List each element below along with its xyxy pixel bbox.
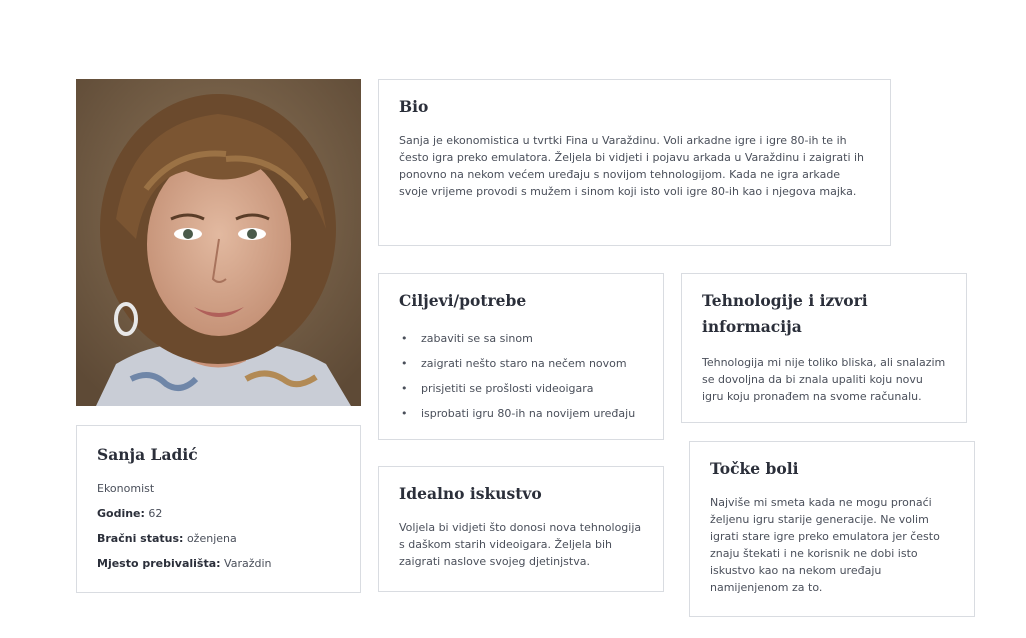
marital-value: oženjena (186, 532, 237, 545)
bio-text: Sanja je ekonomistica u tvrtki Fina u Va… (399, 134, 865, 198)
tech-card: Tehnologije i izvori informacija Tehnolo… (681, 273, 967, 423)
residence-label: Mjesto prebivališta: (97, 557, 221, 570)
profile-name: Sanja Ladić (97, 445, 198, 464)
goals-card: Ciljevi/potrebe zabaviti se sa sinom zai… (378, 273, 664, 440)
goal-item: isprobati igru 80-ih na novijem uređaju (399, 401, 643, 426)
goal-item: prisjetiti se prošlosti videoigara (399, 376, 643, 401)
ideal-title: Idealno iskustvo (399, 484, 542, 503)
tech-text: Tehnologija mi nije toliko bliska, ali s… (702, 356, 946, 403)
profile-residence: Mjesto prebivališta: Varaždin (97, 551, 340, 576)
goals-list: zabaviti se sa sinom zaigrati nešto star… (399, 326, 643, 426)
residence-value: Varaždin (224, 557, 272, 570)
profile-occupation: Ekonomist (97, 482, 155, 495)
pain-title: Točke boli (710, 459, 799, 478)
profile-card: Sanja Ladić Ekonomist Godine: 62 Bračni … (76, 425, 361, 593)
marital-label: Bračni status: (97, 532, 184, 545)
bio-card: Bio Sanja je ekonomistica u tvrtki Fina … (378, 79, 891, 246)
goal-item: zaigrati nešto staro na nečem novom (399, 351, 643, 376)
portrait-photo (76, 79, 361, 406)
goal-item: zabaviti se sa sinom (399, 326, 643, 351)
ideal-text: Voljela bi vidjeti što donosi nova tehno… (399, 521, 642, 568)
profile-marital-status: Bračni status: oženjena (97, 526, 340, 551)
ideal-card: Idealno iskustvo Voljela bi vidjeti što … (378, 466, 664, 592)
tech-title: Tehnologije i izvori informacija (702, 291, 868, 336)
goals-title: Ciljevi/potrebe (399, 291, 527, 310)
pain-card: Točke boli Najviše mi smeta kada ne mogu… (689, 441, 975, 617)
age-label: Godine: (97, 507, 145, 520)
profile-age: Godine: 62 (97, 501, 340, 526)
pain-text: Najviše mi smeta kada ne mogu pronaći že… (710, 496, 940, 594)
bio-title: Bio (399, 97, 429, 116)
age-value: 62 (148, 507, 163, 520)
